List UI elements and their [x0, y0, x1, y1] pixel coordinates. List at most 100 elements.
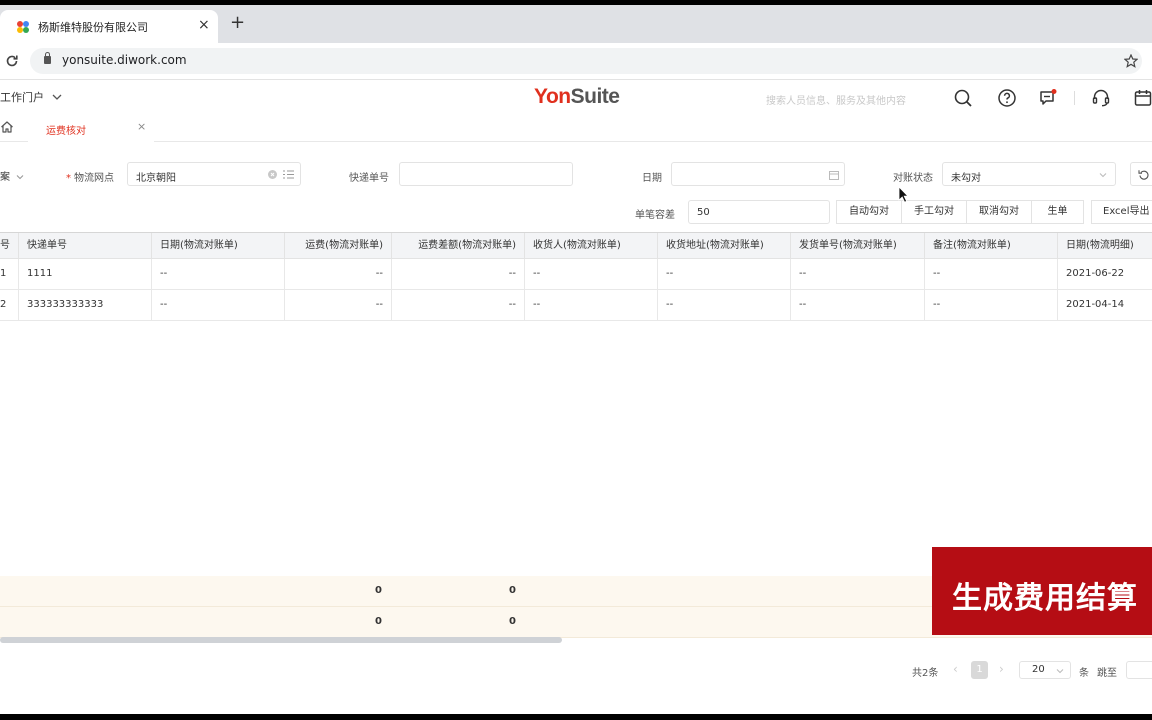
- lock-icon: [44, 52, 51, 64]
- tolerance-label: 单笔容差: [635, 210, 675, 221]
- cell-bill-date: --: [152, 290, 285, 320]
- cell-remark: --: [925, 259, 1058, 289]
- chevron-down-icon: [1099, 173, 1107, 178]
- summary-freight: 0: [375, 585, 382, 596]
- help-icon[interactable]: [997, 88, 1017, 108]
- browser-tab-title: 杨斯维特股份有限公司: [38, 21, 148, 34]
- col-header-consignee[interactable]: 收货人(物流对账单): [525, 233, 658, 259]
- caption-text: 生成费用结算: [952, 581, 1138, 616]
- cell-detail-date: 2021-04-14: [1058, 290, 1152, 320]
- goto-label: 跳至: [1097, 668, 1117, 679]
- tolerance-value: 50: [697, 207, 710, 218]
- pagination-total: 共2条: [912, 668, 939, 679]
- search-icon[interactable]: [953, 88, 973, 108]
- tab-freight-check[interactable]: 运费核对 ×: [28, 114, 154, 142]
- cell-index: 1: [0, 259, 19, 289]
- excel-export-button[interactable]: Excel导出: [1091, 200, 1152, 224]
- recon-status-label: 对账状态: [893, 173, 933, 184]
- message-icon[interactable]: [1038, 88, 1058, 108]
- url-input[interactable]: yonsuite.diwork.com: [30, 48, 1142, 74]
- per-page-unit: 条: [1079, 668, 1089, 679]
- col-header-remark[interactable]: 备注(物流对账单): [925, 233, 1058, 259]
- undo-icon: [1138, 170, 1149, 180]
- col-header-bill-date[interactable]: 日期(物流对账单): [152, 233, 285, 259]
- auto-match-button[interactable]: 自动勾对: [836, 200, 902, 224]
- headset-icon[interactable]: [1091, 88, 1111, 108]
- app-header: 工作门户 YonSuite 搜索人员信息、服务及其他内容: [0, 80, 1152, 114]
- cell-remark: --: [925, 290, 1058, 320]
- cell-shipment-no: --: [791, 290, 925, 320]
- tracking-no-field[interactable]: [399, 162, 573, 186]
- cell-address: --: [658, 259, 791, 289]
- browser-tabstrip: 杨斯维特股份有限公司 × +: [0, 5, 1152, 43]
- bookmark-star-icon[interactable]: [1124, 54, 1138, 68]
- summary-freight-diff: 0: [509, 616, 516, 627]
- reset-button[interactable]: [1130, 162, 1152, 186]
- generate-order-button[interactable]: 生单: [1031, 200, 1084, 224]
- cell-address: --: [658, 290, 791, 320]
- global-search-input[interactable]: 搜索人员信息、服务及其他内容: [766, 92, 906, 107]
- browser-tab[interactable]: 杨斯维特股份有限公司 ×: [0, 10, 218, 43]
- portal-label: 工作门户: [0, 91, 44, 104]
- tab-close-icon[interactable]: ×: [137, 120, 146, 133]
- chevron-down-icon: [16, 175, 24, 180]
- recon-status-value: 未勾对: [951, 173, 981, 184]
- recon-status-select[interactable]: 未勾对: [942, 162, 1116, 186]
- logistics-point-field[interactable]: 北京朝阳: [127, 162, 301, 186]
- cell-detail-date: 2021-06-22: [1058, 259, 1152, 289]
- goto-page-input[interactable]: [1126, 661, 1152, 679]
- tracking-no-label: 快递单号: [349, 173, 389, 184]
- list-icon[interactable]: [283, 169, 294, 180]
- table-header: 号 快递单号 日期(物流对账单) 运费(物流对账单) 运费差额(物流对账单) 收…: [0, 232, 1152, 259]
- caption-banner: 生成费用结算: [932, 547, 1152, 635]
- reload-icon[interactable]: [5, 54, 19, 68]
- required-mark: *: [66, 173, 71, 184]
- col-header-shipment-no[interactable]: 发货单号(物流对账单): [791, 233, 925, 259]
- cell-freight: --: [285, 259, 392, 289]
- page-tabs: 运费核对 ×: [0, 114, 1152, 142]
- url-text: yonsuite.diwork.com: [62, 53, 187, 67]
- tolerance-input[interactable]: 50: [688, 200, 830, 224]
- cancel-match-button[interactable]: 取消勾对: [966, 200, 1032, 224]
- page-1-button[interactable]: 1: [971, 661, 988, 679]
- logistics-point-value: 北京朝阳: [136, 173, 176, 184]
- mouse-cursor-icon: [898, 186, 909, 203]
- logistics-point-label: * 物流网点: [66, 173, 114, 184]
- page-size-value: 20: [1032, 664, 1045, 675]
- col-header-detail-date[interactable]: 日期(物流明细): [1058, 233, 1152, 259]
- cell-consignee: --: [525, 259, 658, 289]
- manual-match-button[interactable]: 手工勾对: [901, 200, 967, 224]
- cell-consignee: --: [525, 290, 658, 320]
- col-header-index[interactable]: 号: [0, 233, 19, 259]
- chevron-down-icon: [52, 94, 61, 100]
- home-icon[interactable]: [0, 120, 14, 134]
- summary-freight: 0: [375, 616, 382, 627]
- portal-switcher[interactable]: 工作门户: [0, 89, 62, 105]
- page-size-select[interactable]: 20: [1019, 661, 1071, 679]
- address-bar: yonsuite.diwork.com: [0, 43, 1152, 80]
- cell-freight-diff: --: [392, 290, 525, 320]
- table-row[interactable]: 1 1111 -- -- -- -- -- -- -- 2021-06-22: [0, 259, 1152, 290]
- scheme-selector[interactable]: 案: [0, 168, 24, 183]
- table-row[interactable]: 2 333333333333 -- -- -- -- -- -- -- 2021…: [0, 290, 1152, 321]
- header-divider: [1074, 91, 1075, 105]
- next-page-icon[interactable]: ›: [999, 662, 1004, 676]
- calendar-icon[interactable]: [829, 170, 839, 180]
- tab-freight-check-label: 运费核对: [46, 126, 86, 137]
- col-header-freight-diff[interactable]: 运费差额(物流对账单): [392, 233, 525, 259]
- scheme-label: 案: [0, 172, 10, 183]
- cell-shipment-no: --: [791, 259, 925, 289]
- prev-page-icon[interactable]: ‹: [953, 662, 958, 676]
- browser-tab-close-icon[interactable]: ×: [198, 17, 210, 33]
- cell-bill-date: --: [152, 259, 285, 289]
- calendar-icon[interactable]: [1133, 88, 1152, 108]
- col-header-tracking-no[interactable]: 快递单号: [19, 233, 152, 259]
- cell-tracking-no: 1111: [19, 259, 152, 289]
- new-tab-button[interactable]: +: [230, 13, 245, 33]
- summary-freight-diff: 0: [509, 585, 516, 596]
- col-header-freight[interactable]: 运费(物流对账单): [285, 233, 392, 259]
- col-header-address[interactable]: 收货地址(物流对账单): [658, 233, 791, 259]
- clear-icon[interactable]: [268, 170, 277, 179]
- horizontal-scrollbar[interactable]: [0, 637, 562, 643]
- date-field[interactable]: [671, 162, 845, 186]
